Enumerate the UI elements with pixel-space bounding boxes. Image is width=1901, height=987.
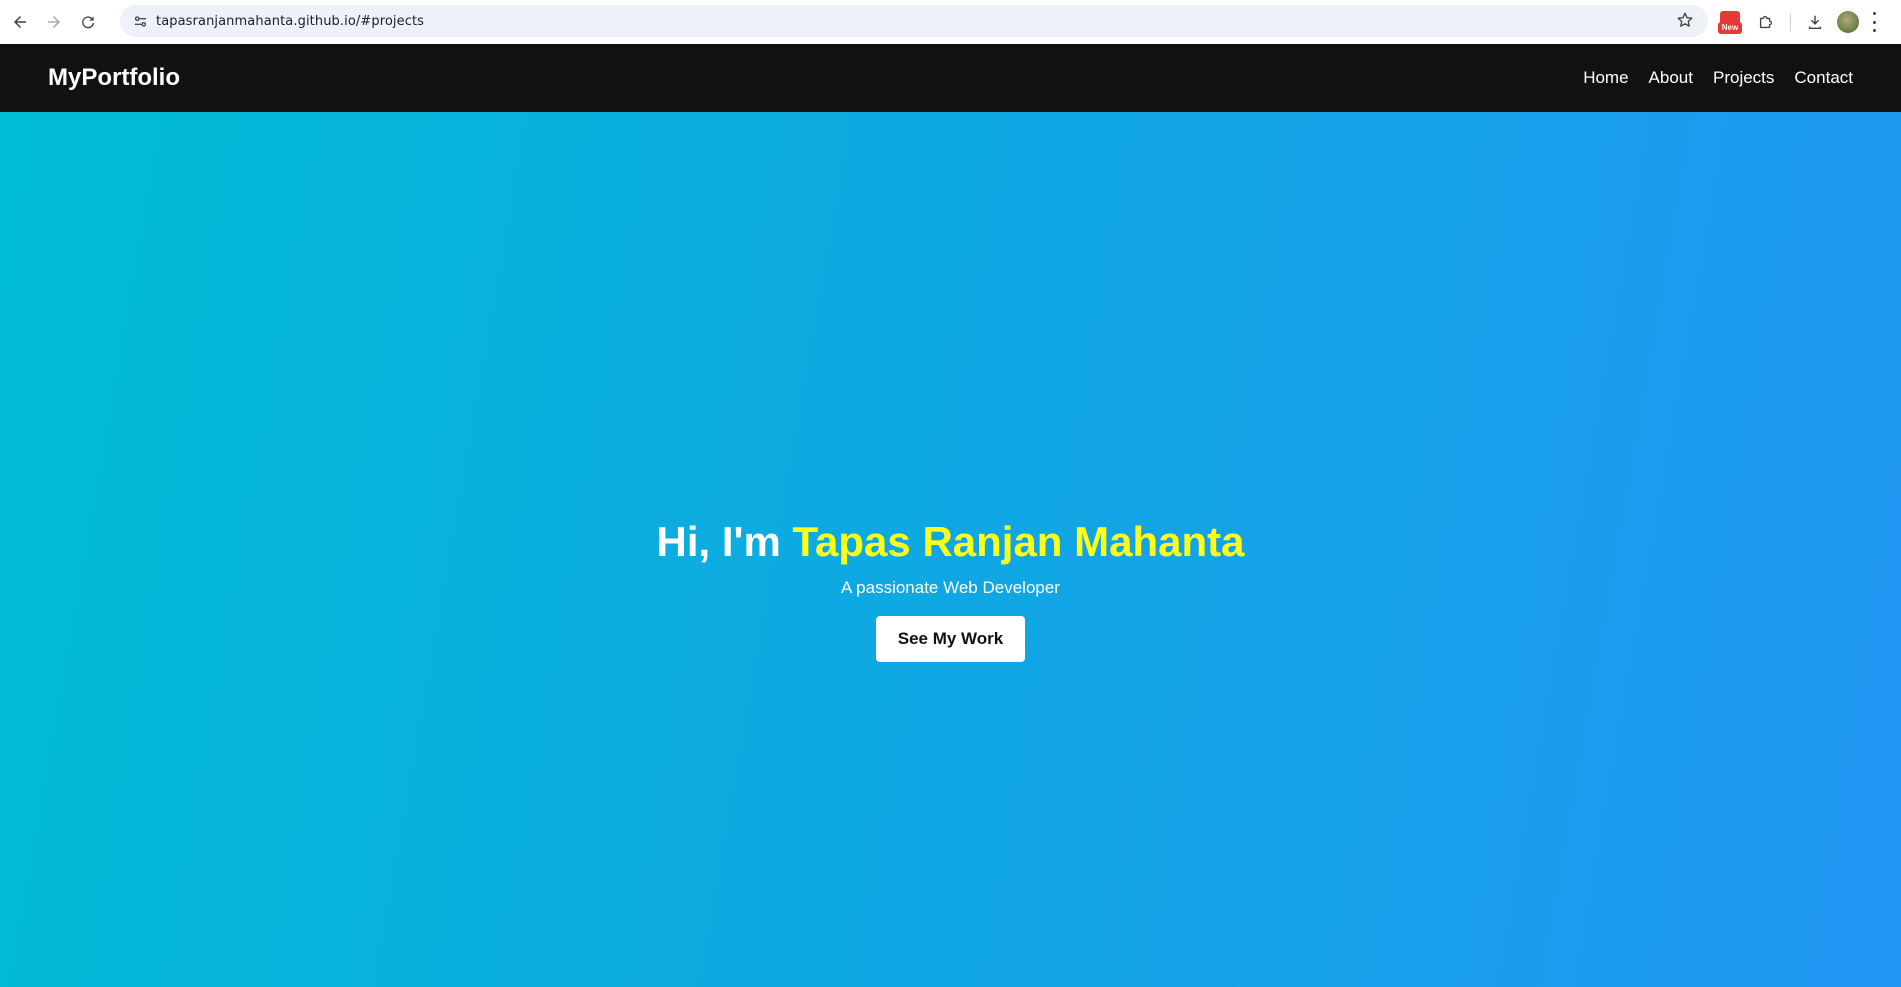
toolbar-divider [1790, 13, 1791, 31]
hero-content: Hi, I'm Tapas Ranjan Mahanta A passionat… [0, 516, 1901, 662]
nav-link-about[interactable]: About [1649, 68, 1693, 88]
site-navbar: MyPortfolio Home About Projects Contact [0, 44, 1901, 112]
extension-new-badge: New [1718, 22, 1742, 34]
nav-link-home[interactable]: Home [1583, 68, 1628, 88]
nav-link-projects[interactable]: Projects [1713, 68, 1774, 88]
hero-section: Hi, I'm Tapas Ranjan Mahanta A passionat… [0, 112, 1901, 987]
extensions-area: New [1716, 6, 1877, 38]
forward-arrow-icon[interactable] [40, 8, 68, 36]
extension-new-icon[interactable]: New [1716, 8, 1744, 36]
menu-kebab-icon[interactable] [1871, 12, 1877, 32]
puzzle-extensions-icon[interactable] [1752, 8, 1780, 36]
site-logo[interactable]: MyPortfolio [48, 64, 180, 92]
hero-subtitle: A passionate Web Developer [841, 578, 1060, 597]
hero-greeting: Hi, I'm [656, 518, 793, 565]
url-text[interactable]: tapasranjanmahanta.github.io/#projects [156, 14, 424, 29]
see-my-work-button[interactable]: See My Work [875, 616, 1026, 662]
bookmark-star-icon[interactable] [1676, 11, 1696, 31]
download-icon[interactable] [1801, 8, 1829, 36]
back-arrow-icon[interactable] [6, 8, 34, 36]
address-bar[interactable]: tapasranjanmahanta.github.io/#projects [120, 5, 1708, 37]
profile-avatar[interactable] [1837, 11, 1859, 33]
reload-icon[interactable] [74, 8, 102, 36]
nav-link-contact[interactable]: Contact [1794, 68, 1853, 88]
hero-name: Tapas Ranjan Mahanta [792, 518, 1245, 565]
browser-toolbar: tapasranjanmahanta.github.io/#projects N… [0, 0, 1901, 44]
hero-title: Hi, I'm Tapas Ranjan Mahanta [0, 516, 1901, 568]
site-info-icon[interactable] [126, 7, 154, 35]
nav-links: Home About Projects Contact [1583, 68, 1853, 88]
